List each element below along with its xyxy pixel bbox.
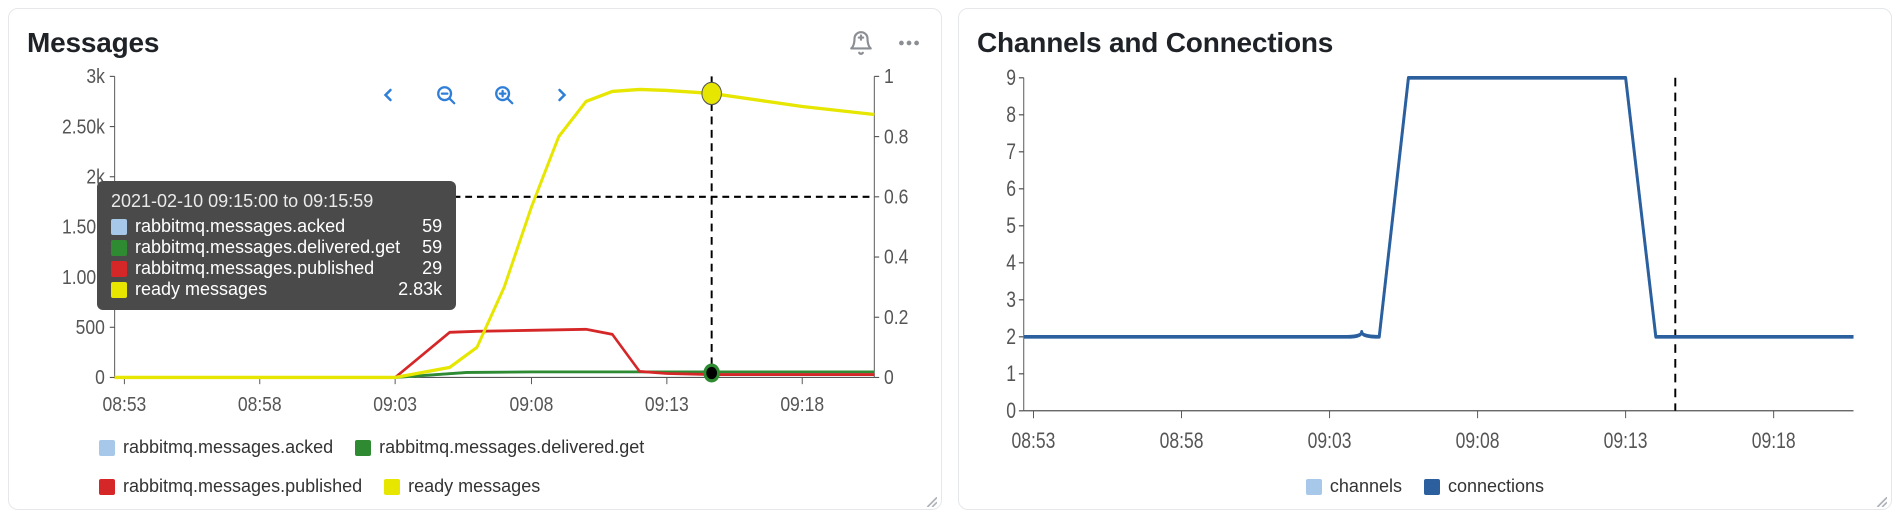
ytick: 6 bbox=[1006, 177, 1016, 201]
tooltip-swatch bbox=[111, 240, 127, 256]
ytick: 0 bbox=[95, 366, 105, 388]
y2tick: 0.6 bbox=[884, 185, 908, 207]
ytick: 500 bbox=[76, 316, 105, 338]
hover-point-lower bbox=[705, 365, 719, 381]
y2tick: 0 bbox=[884, 366, 894, 388]
legend-item[interactable]: connections bbox=[1424, 476, 1544, 497]
ytick: 5 bbox=[1006, 214, 1016, 238]
ytick: 9 bbox=[1006, 66, 1016, 90]
legend-swatch bbox=[99, 440, 115, 456]
legend-swatch bbox=[1306, 479, 1322, 495]
ytick: 3k bbox=[86, 65, 105, 87]
ytick: 8 bbox=[1006, 103, 1016, 127]
panel-messages-header-icons bbox=[847, 29, 923, 57]
legend-item[interactable]: rabbitmq.messages.acked bbox=[99, 437, 333, 458]
xtick: 08:53 bbox=[1012, 429, 1056, 453]
xtick: 08:58 bbox=[1160, 429, 1204, 453]
chevron-left-icon[interactable] bbox=[374, 81, 402, 109]
xtick: 09:08 bbox=[1456, 429, 1500, 453]
legend-swatch bbox=[1424, 479, 1440, 495]
legend-item[interactable]: rabbitmq.messages.published bbox=[99, 476, 362, 497]
zoom-in-icon[interactable] bbox=[490, 81, 518, 109]
tooltip-row: rabbitmq.messages.published 29 bbox=[111, 258, 442, 279]
hover-point-ready bbox=[702, 82, 721, 104]
tooltip-row: rabbitmq.messages.acked 59 bbox=[111, 216, 442, 237]
chart-zoom-controls bbox=[374, 81, 576, 109]
panel-messages-title: Messages bbox=[27, 27, 159, 59]
panel-messages-header: Messages bbox=[27, 27, 923, 59]
channels-legend: channels connections bbox=[977, 476, 1873, 497]
xtick: 09:13 bbox=[1604, 429, 1648, 453]
messages-chart[interactable]: 3k 2.50k 2k 1.50k 1.00k 500 0 1 0.8 0.6 … bbox=[27, 63, 923, 431]
y2tick: 1 bbox=[884, 65, 894, 87]
zoom-out-icon[interactable] bbox=[432, 81, 460, 109]
xtick: 09:18 bbox=[1752, 429, 1796, 453]
legend-swatch bbox=[99, 479, 115, 495]
channels-chart[interactable]: 9 8 7 6 5 4 3 2 1 0 08:53 08:58 09:03 09… bbox=[977, 63, 1873, 470]
resize-handle-icon[interactable] bbox=[925, 495, 937, 507]
tooltip-swatch bbox=[111, 261, 127, 277]
panel-channels-title: Channels and Connections bbox=[977, 27, 1333, 59]
xtick: 08:58 bbox=[238, 393, 282, 415]
xtick: 09:03 bbox=[373, 393, 417, 415]
chart-tooltip: 2021-02-10 09:15:00 to 09:15:59 rabbitmq… bbox=[97, 181, 456, 310]
y2tick: 0.4 bbox=[884, 246, 908, 268]
series-published bbox=[115, 329, 875, 377]
ytick: 2 bbox=[1006, 325, 1016, 349]
panel-channels: Channels and Connections 9 8 7 6 5 4 3 2… bbox=[958, 8, 1892, 510]
more-menu-icon[interactable] bbox=[895, 29, 923, 57]
ytick: 1 bbox=[1006, 362, 1016, 386]
tooltip-row: ready messages 2.83k bbox=[111, 279, 442, 300]
chevron-right-icon[interactable] bbox=[548, 81, 576, 109]
tooltip-row: rabbitmq.messages.delivered.get 59 bbox=[111, 237, 442, 258]
xtick: 09:18 bbox=[780, 393, 824, 415]
tooltip-title: 2021-02-10 09:15:00 to 09:15:59 bbox=[111, 191, 442, 212]
legend-swatch bbox=[355, 440, 371, 456]
xtick: 09:08 bbox=[510, 393, 554, 415]
messages-legend: rabbitmq.messages.acked rabbitmq.message… bbox=[27, 437, 923, 497]
series-channels bbox=[1024, 78, 1854, 337]
legend-item[interactable]: ready messages bbox=[384, 476, 540, 497]
alert-icon[interactable] bbox=[847, 29, 875, 57]
ytick: 0 bbox=[1006, 399, 1016, 423]
panel-messages: Messages bbox=[8, 8, 942, 510]
y2tick: 0.2 bbox=[884, 306, 908, 328]
panel-channels-header: Channels and Connections bbox=[977, 27, 1873, 59]
ytick: 4 bbox=[1006, 251, 1016, 275]
legend-swatch bbox=[384, 479, 400, 495]
series-connections bbox=[1024, 78, 1854, 337]
xtick: 09:13 bbox=[645, 393, 689, 415]
y2tick: 0.8 bbox=[884, 125, 908, 147]
tooltip-swatch bbox=[111, 219, 127, 235]
resize-handle-icon[interactable] bbox=[1875, 495, 1887, 507]
xtick: 08:53 bbox=[102, 393, 146, 415]
ytick: 2.50k bbox=[62, 115, 105, 137]
legend-item[interactable]: channels bbox=[1306, 476, 1402, 497]
xtick: 09:03 bbox=[1308, 429, 1352, 453]
channels-chart-svg: 9 8 7 6 5 4 3 2 1 0 08:53 08:58 09:03 09… bbox=[977, 63, 1873, 470]
tooltip-swatch bbox=[111, 282, 127, 298]
ytick: 7 bbox=[1006, 140, 1016, 164]
ytick: 3 bbox=[1006, 288, 1016, 312]
legend-item[interactable]: rabbitmq.messages.delivered.get bbox=[355, 437, 644, 458]
